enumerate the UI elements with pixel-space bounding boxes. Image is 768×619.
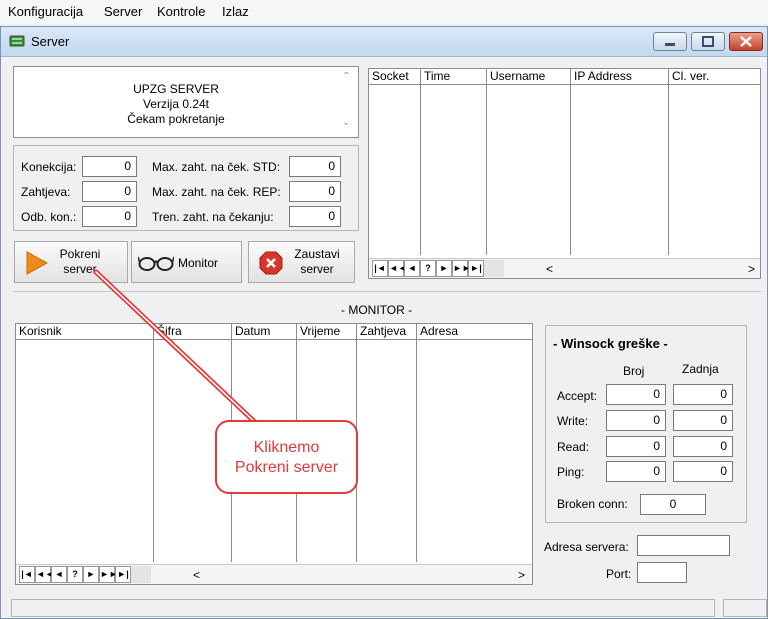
callout-line-1: Kliknemo [253,439,320,456]
callout-arrow [93,269,261,428]
callout-line-2: Pokreni server [234,459,339,476]
callout-box: Kliknemo Pokreni server [215,420,358,494]
